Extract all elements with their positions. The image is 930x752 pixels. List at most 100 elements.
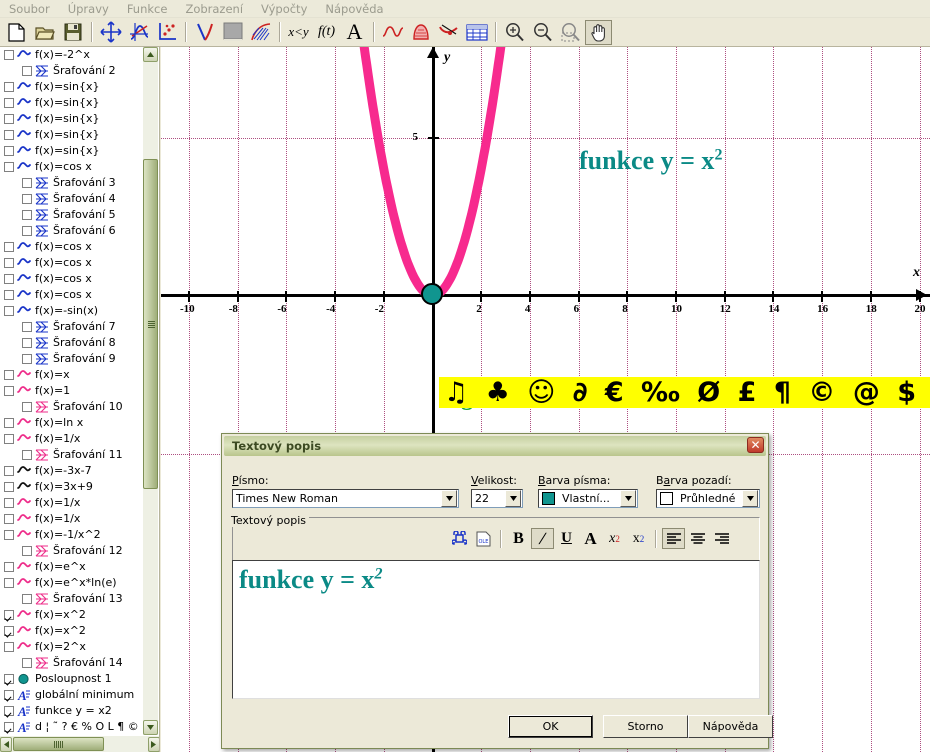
- list-item-checkbox[interactable]: [4, 386, 14, 396]
- list-item[interactable]: f(x)=-2^x: [0, 47, 144, 63]
- list-item-checkbox[interactable]: [4, 98, 14, 108]
- list-item-checkbox[interactable]: [4, 514, 14, 524]
- curve-tool-button[interactable]: [379, 20, 406, 45]
- list-item-checkbox[interactable]: [4, 146, 14, 156]
- list-item-checkbox[interactable]: [22, 402, 32, 412]
- special-character-button[interactable]: [448, 528, 471, 549]
- list-item[interactable]: f(x)=sin{x}: [0, 79, 144, 95]
- list-item[interactable]: Aglobální minimum: [0, 687, 144, 703]
- ok-button[interactable]: OK: [508, 715, 593, 738]
- list-item[interactable]: Afunkce y = x2: [0, 703, 144, 719]
- new-document-button[interactable]: [3, 20, 30, 45]
- menu-item-vpoty[interactable]: Výpočty: [252, 1, 316, 17]
- list-item[interactable]: Šrafování 9: [0, 351, 144, 367]
- list-item-checkbox[interactable]: [22, 178, 32, 188]
- text-editor[interactable]: funkce y = x2: [232, 560, 760, 699]
- list-item[interactable]: f(x)=1/x: [0, 431, 144, 447]
- function-list[interactable]: f(x)=-2^x Šrafování 2 f(x)=sin{x} f(x)=sin{…: [0, 47, 144, 735]
- list-item-checkbox[interactable]: [4, 530, 14, 540]
- dialog-title-bar[interactable]: Textový popis ✕: [224, 436, 766, 456]
- function-tool-button[interactable]: f(t): [313, 20, 340, 45]
- list-item-checkbox[interactable]: [4, 370, 14, 380]
- italic-button[interactable]: /: [531, 528, 554, 549]
- list-item-checkbox[interactable]: [4, 82, 14, 92]
- list-item[interactable]: f(x)=e^x: [0, 559, 144, 575]
- list-item-checkbox[interactable]: [4, 626, 14, 636]
- list-item[interactable]: f(x)=cos x: [0, 159, 144, 175]
- vertical-scroll-thumb[interactable]: [143, 159, 158, 489]
- list-item-checkbox[interactable]: [4, 466, 14, 476]
- list-item-checkbox[interactable]: [22, 226, 32, 236]
- scroll-right-arrow-icon[interactable]: [147, 736, 159, 752]
- list-item-checkbox[interactable]: [22, 66, 32, 76]
- text-label-button[interactable]: A: [341, 20, 368, 45]
- align-right-button[interactable]: [710, 528, 733, 549]
- list-item[interactable]: f(x)=cos x: [0, 287, 144, 303]
- list-item[interactable]: Šrafování 11: [0, 447, 144, 463]
- inequality-button[interactable]: x<y: [285, 20, 312, 45]
- superscript-button[interactable]: x2: [603, 528, 626, 549]
- font-color-button[interactable]: A: [579, 528, 602, 549]
- chevron-down-icon[interactable]: [620, 490, 636, 507]
- list-item[interactable]: f(x)=sin{x}: [0, 127, 144, 143]
- scroll-down-arrow-icon[interactable]: [143, 720, 158, 735]
- fill-color-button[interactable]: [219, 20, 246, 45]
- list-item[interactable]: f(x)=-3x-7: [0, 463, 144, 479]
- chevron-down-icon[interactable]: [505, 490, 521, 507]
- list-item[interactable]: f(x)=sin{x}: [0, 143, 144, 159]
- horizontal-scroll-thumb[interactable]: [13, 737, 104, 751]
- list-item[interactable]: Posloupnost 1: [0, 671, 144, 687]
- cancel-button[interactable]: Storno: [603, 715, 688, 738]
- scroll-left-arrow-icon[interactable]: [0, 736, 13, 752]
- list-item[interactable]: f(x)=1/x: [0, 495, 144, 511]
- area-tool-button[interactable]: [407, 20, 434, 45]
- list-item-checkbox[interactable]: [22, 194, 32, 204]
- save-document-button[interactable]: [59, 20, 86, 45]
- chevron-down-icon[interactable]: [441, 490, 457, 507]
- list-item[interactable]: Šrafování 2: [0, 63, 144, 79]
- list-item[interactable]: Šrafování 7: [0, 319, 144, 335]
- list-item-checkbox[interactable]: [22, 594, 32, 604]
- list-item-checkbox[interactable]: [4, 162, 14, 172]
- move-axes-button[interactable]: [97, 20, 124, 45]
- list-item-checkbox[interactable]: [4, 562, 14, 572]
- menu-item-pravy[interactable]: Úpravy: [59, 1, 118, 17]
- list-item-checkbox[interactable]: [4, 50, 14, 60]
- zoom-out-button[interactable]: [529, 20, 556, 45]
- ole-object-button[interactable]: OLE: [472, 528, 495, 549]
- list-item[interactable]: Šrafování 13: [0, 591, 144, 607]
- list-item-checkbox[interactable]: [22, 322, 32, 332]
- list-item-checkbox[interactable]: [4, 690, 14, 700]
- list-item-checkbox[interactable]: [4, 258, 14, 268]
- list-item-checkbox[interactable]: [4, 418, 14, 428]
- subscript-button[interactable]: x2: [627, 528, 650, 549]
- menu-item-soubor[interactable]: Soubor: [0, 1, 59, 17]
- scroll-up-arrow-icon[interactable]: [143, 47, 158, 62]
- list-item-checkbox[interactable]: [4, 578, 14, 588]
- list-item[interactable]: f(x)=e^x*ln(e): [0, 575, 144, 591]
- list-item[interactable]: f(x)=-1/x^2: [0, 527, 144, 543]
- list-item[interactable]: f(x)=sin{x}: [0, 111, 144, 127]
- list-item[interactable]: f(x)=cos x: [0, 255, 144, 271]
- zoom-region-button[interactable]: [557, 20, 584, 45]
- list-item[interactable]: Šrafování 5: [0, 207, 144, 223]
- list-item-checkbox[interactable]: [4, 482, 14, 492]
- table-tool-button[interactable]: [463, 20, 490, 45]
- help-button[interactable]: Nápověda: [688, 715, 773, 738]
- list-item[interactable]: Ad ¦ ˜ ? € % O L ¶ © @: [0, 719, 144, 735]
- tangent-tool-button[interactable]: [435, 20, 462, 45]
- list-item-checkbox[interactable]: [4, 306, 14, 316]
- list-item-checkbox[interactable]: [4, 610, 14, 620]
- underline-button[interactable]: U: [555, 528, 578, 549]
- list-item-checkbox[interactable]: [4, 434, 14, 444]
- list-item-checkbox[interactable]: [4, 722, 14, 732]
- align-center-button[interactable]: [686, 528, 709, 549]
- list-item[interactable]: f(x)=cos x: [0, 271, 144, 287]
- list-item-checkbox[interactable]: [4, 290, 14, 300]
- list-item[interactable]: f(x)=cos x: [0, 239, 144, 255]
- list-item[interactable]: Šrafování 10: [0, 399, 144, 415]
- annotation-funkce-y-x2[interactable]: funkce y = x2: [579, 146, 722, 176]
- menu-item-npovda[interactable]: Nápověda: [316, 1, 392, 17]
- pan-hand-button[interactable]: [585, 19, 612, 45]
- list-item-checkbox[interactable]: [4, 274, 14, 284]
